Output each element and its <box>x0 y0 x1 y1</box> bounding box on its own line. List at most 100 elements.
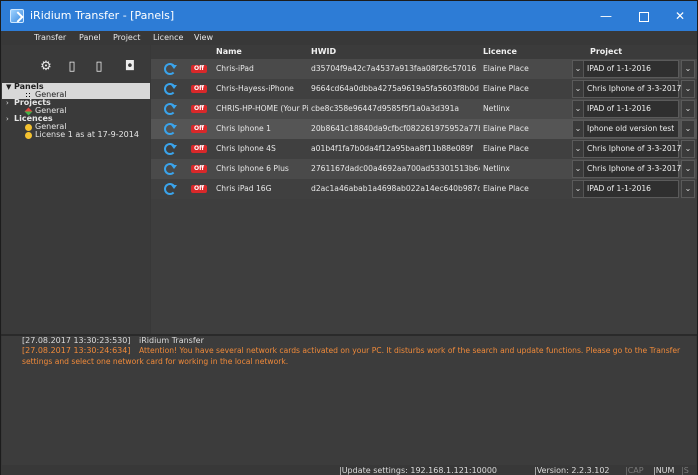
header-licence[interactable]: Licence <box>480 45 572 59</box>
table-row[interactable]: Off Chris Iphone 4S a01b4f1fa7b0da4f12a9… <box>151 139 697 159</box>
table-row[interactable]: Off Chris iPad 16G d2ac1a46abab1a4698ab0… <box>151 179 697 199</box>
chevron-down-icon: ⌄ <box>573 81 584 97</box>
settings-icon[interactable]: ⚙ <box>37 59 55 75</box>
chevron-down-icon[interactable]: ⌄ <box>681 140 695 158</box>
table-row[interactable]: Off Chris-Hayess-iPhone 9664cd64a0dbba42… <box>151 79 697 99</box>
cell-hwid: cbe8c358e96447d9585f5f1a0a3d391a <box>311 104 460 113</box>
table-row[interactable]: Off CHRIS-HP-HOME (Your Pi cbe8c358e9644… <box>151 99 697 119</box>
project-value: Chris Iphone of 3-3-2017 <box>587 164 682 173</box>
main-window: iRidium Transfer - [Panels] — ✕ Transfer… <box>0 0 698 475</box>
camera-icon[interactable]: ◘ <box>121 59 139 75</box>
sync-icon[interactable] <box>164 103 177 115</box>
project-value: Chris Iphone of 3-3-2017 <box>587 144 682 153</box>
project-select[interactable]: ⌄ IPAD of 1-1-2016 <box>572 100 679 118</box>
status-off-badge[interactable]: Off <box>191 85 207 93</box>
chevron-down-icon[interactable]: ⌄ <box>681 160 695 178</box>
tree-projects[interactable]: › Projects <box>2 99 150 108</box>
log-panel: [27.08.2017 13:30:23:530] iRidium Transf… <box>2 336 696 465</box>
status-off-badge[interactable]: Off <box>191 185 207 193</box>
cell-name: Chris iPad 16G <box>216 184 272 193</box>
key-icon <box>25 132 32 139</box>
left-panel: ⚙ ▯ ▯ ◘ ▼ Panels General › Projects Gene… <box>2 45 150 334</box>
cell-hwid: 20b8641c18840da9cfbcf082261975952a77be <box>311 124 480 133</box>
status-off-badge[interactable]: Off <box>191 125 207 133</box>
chevron-down-icon[interactable]: ⌄ <box>681 180 695 198</box>
tree-licences[interactable]: › Licences <box>2 115 150 124</box>
project-value: IPAD of 1-1-2016 <box>587 184 651 193</box>
cell-hwid: d2ac1a46abab1a4698ab022a14ec640b987d <box>311 184 480 193</box>
cell-name: Chris-iPad <box>216 64 254 73</box>
collapse-arrow-icon[interactable]: › <box>6 99 9 107</box>
menu-project[interactable]: Project <box>113 33 140 42</box>
close-button[interactable]: ✕ <box>657 1 698 31</box>
tree-panels[interactable]: ▼ Panels <box>2 83 150 91</box>
status-off-badge[interactable]: Off <box>191 105 207 113</box>
chevron-down-icon[interactable]: ⌄ <box>681 60 695 78</box>
cell-licence: Elaine Place <box>483 184 529 193</box>
header-hwid[interactable]: HWID <box>308 45 480 59</box>
table-row[interactable]: Off Chris-iPad d35704f9a42c7a4537a913faa… <box>151 59 697 79</box>
menu-panel[interactable]: Panel <box>79 33 101 42</box>
chevron-down-icon: ⌄ <box>573 181 584 197</box>
num-lock-status: |NUM <box>653 466 675 475</box>
sync-icon[interactable] <box>164 83 177 95</box>
chevron-down-icon[interactable]: ⌄ <box>681 120 695 138</box>
maximize-icon <box>639 11 649 22</box>
table-row[interactable]: Off Chris Iphone 6 Plus 2761167dadc00a46… <box>151 159 697 179</box>
cell-name: Chris Iphone 1 <box>216 124 271 133</box>
cell-licence: Elaine Place <box>483 84 529 93</box>
update-settings-status: |Update settings: 192.168.1.121:10000 <box>339 466 498 475</box>
cell-licence: Netlinx <box>483 104 510 113</box>
search-panel-icon[interactable]: ▯ <box>63 59 81 75</box>
status-bar: |Update settings: 192.168.1.121:10000 |V… <box>1 465 697 475</box>
add-panel-icon[interactable]: ▯ <box>90 59 108 75</box>
cell-hwid: 2761167dadc00a4692aa700ad53301513b64 <box>311 164 480 173</box>
cell-name: Chris Iphone 6 Plus <box>216 164 289 173</box>
cell-licence: Netlinx <box>483 164 510 173</box>
log-warning-cont: settings and select one network card for… <box>22 357 289 366</box>
menu-transfer[interactable]: Transfer <box>34 33 66 42</box>
project-select[interactable]: ⌄ Chris Iphone of 3-3-2017 <box>572 160 682 178</box>
project-value: IPAD of 1-1-2016 <box>587 64 651 73</box>
chevron-down-icon: ⌄ <box>573 121 584 137</box>
panel-tree: ▼ Panels General › Projects General › Li… <box>2 83 150 139</box>
log-message: iRidium Transfer <box>139 336 204 345</box>
tree-licence-1[interactable]: License 1 as at 17-9-2014 <box>2 131 150 139</box>
sync-icon[interactable] <box>164 63 177 75</box>
chevron-down-icon: ⌄ <box>573 101 584 117</box>
cell-name: Chris-Hayess-iPhone <box>216 84 294 93</box>
panel-toolbar: ⚙ ▯ ▯ ◘ <box>2 45 150 81</box>
collapse-arrow-icon[interactable]: › <box>6 115 9 123</box>
chevron-down-icon: ⌄ <box>573 61 584 77</box>
sync-icon[interactable] <box>164 143 177 155</box>
project-select[interactable]: ⌄ IPAD of 1-1-2016 <box>572 180 679 198</box>
tree-label: License 1 as at 17-9-2014 <box>35 130 139 139</box>
cell-name: CHRIS-HP-HOME (Your Pi <box>216 104 308 113</box>
table-row-selected[interactable]: Off Chris Iphone 1 20b8641c18840da9cfbcf… <box>151 119 697 139</box>
version-status: |Version: 2.2.3.102 <box>534 466 610 475</box>
sync-icon[interactable] <box>164 123 177 135</box>
chevron-down-icon[interactable]: ⌄ <box>681 80 695 98</box>
project-value: Chris Iphone of 3-3-2017 <box>587 84 682 93</box>
menu-view[interactable]: View <box>194 33 213 42</box>
header-name[interactable]: Name <box>213 45 308 59</box>
sync-icon[interactable] <box>164 183 177 195</box>
cell-name: Chris Iphone 4S <box>216 144 276 153</box>
title-bar[interactable]: iRidium Transfer - [Panels] — ✕ <box>1 1 697 31</box>
status-off-badge[interactable]: Off <box>191 145 207 153</box>
project-select[interactable]: ⌄ IPAD of 1-1-2016 <box>572 60 679 78</box>
scroll-lock-status: |S <box>681 466 689 475</box>
log-warning: Attention! You have several network card… <box>139 346 681 355</box>
status-off-badge[interactable]: Off <box>191 65 207 73</box>
chevron-down-icon[interactable]: ⌄ <box>681 100 695 118</box>
header-project[interactable]: Project <box>572 45 697 59</box>
menu-licence[interactable]: Licence <box>153 33 183 42</box>
project-select[interactable]: ⌄ Iphone old version test <box>572 120 679 138</box>
key-icon <box>25 124 32 131</box>
status-off-badge[interactable]: Off <box>191 165 207 173</box>
sync-icon[interactable] <box>164 163 177 175</box>
expand-arrow-icon[interactable]: ▼ <box>6 83 11 91</box>
project-select[interactable]: ⌄ Chris Iphone of 3-3-2017 <box>572 80 682 98</box>
header-blank <box>151 45 213 59</box>
project-select[interactable]: ⌄ Chris Iphone of 3-3-2017 <box>572 140 682 158</box>
